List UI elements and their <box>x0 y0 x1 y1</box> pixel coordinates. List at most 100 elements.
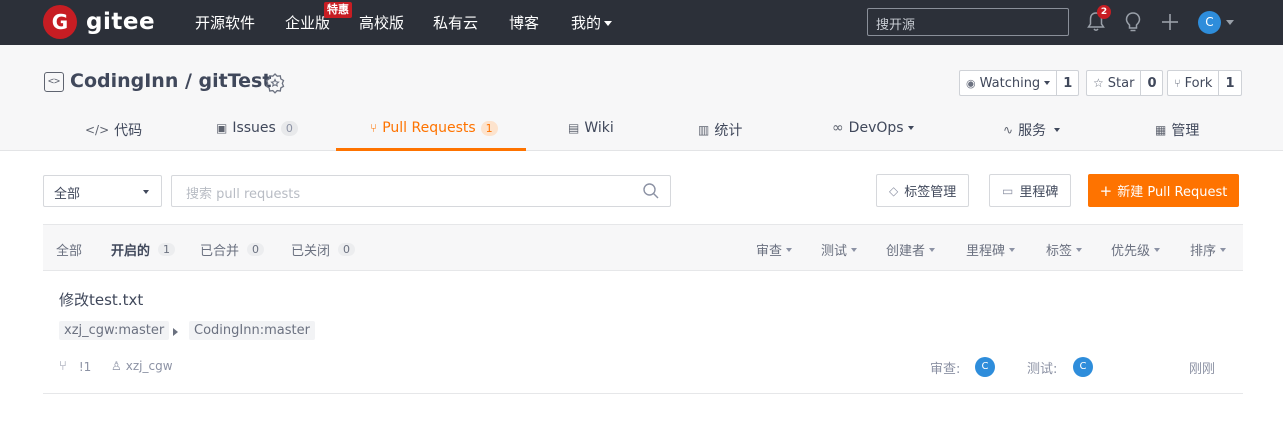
fork-button-group[interactable]: ⑂ Fork 1 <box>1167 70 1242 96</box>
global-search-input[interactable]: 搜开源 <box>867 8 1069 36</box>
nav-mine[interactable]: 我的 <box>571 12 613 33</box>
fork-button[interactable]: ⑂ Fork <box>1168 71 1220 95</box>
state-open-count: 1 <box>158 243 176 256</box>
state-all[interactable]: 全部 <box>56 240 82 259</box>
new-pull-request-label: 新建 Pull Request <box>1117 185 1228 200</box>
tab-manage[interactable]: ▦ 管理 <box>1155 120 1199 140</box>
scope-chevron-down-icon <box>143 190 149 194</box>
filter-sort[interactable]: 排序 <box>1190 240 1227 259</box>
filter-priority-label: 优先级 <box>1111 244 1151 259</box>
watch-count[interactable]: 1 <box>1057 71 1078 95</box>
avatar-chevron-down-icon[interactable] <box>1226 20 1234 25</box>
star-button-group[interactable]: ☆ Star 0 <box>1086 70 1164 96</box>
label-manage-label: 标签管理 <box>904 185 957 200</box>
active-tab-indicator <box>336 148 526 151</box>
fork-count[interactable]: 1 <box>1219 71 1240 95</box>
state-merged-label: 已合并 <box>200 244 240 259</box>
issues-icon: ▣ <box>216 121 228 135</box>
nav-blog[interactable]: 博客 <box>509 12 539 33</box>
pr-search-input[interactable]: 搜索 pull requests <box>171 175 671 207</box>
filter-labels[interactable]: 标签 <box>1046 240 1083 259</box>
state-open-label: 开启的 <box>111 244 151 259</box>
star-count[interactable]: 0 <box>1141 71 1162 95</box>
pr-list-item[interactable]: 修改test.txt xzj_cgw:master CodingInn:mast… <box>43 271 1243 394</box>
tester-label: 测试: <box>1027 362 1058 377</box>
state-merged-count: 0 <box>247 243 265 256</box>
milestones-button[interactable]: ▭ 里程碑 <box>989 174 1072 207</box>
star-label: Star <box>1107 75 1135 91</box>
filter-reviewer[interactable]: 审查 <box>756 240 793 259</box>
watch-label: Watching <box>979 75 1041 91</box>
pr-title[interactable]: 修改test.txt <box>59 289 143 310</box>
nav-private-cloud[interactable]: 私有云 <box>433 12 478 33</box>
tab-pull-requests[interactable]: ⑂ Pull Requests 1 <box>370 120 498 136</box>
tab-pull-requests-count: 1 <box>480 120 498 136</box>
filter-sort-label: 排序 <box>1190 244 1217 259</box>
milestones-label: 里程碑 <box>1019 185 1059 200</box>
watch-chevron-down-icon <box>1044 81 1051 85</box>
arrow-right-icon <box>173 328 178 336</box>
reviewer-avatar[interactable]: C <box>975 357 995 377</box>
tab-service[interactable]: ∿ 服务 <box>1003 120 1061 140</box>
user-avatar[interactable]: C <box>1198 11 1221 34</box>
watch-button-group[interactable]: ◉ Watching 1 <box>959 70 1080 96</box>
tag-icon: ◇ <box>889 183 899 198</box>
tab-devops[interactable]: ∞ DevOps <box>832 120 914 136</box>
chevron-down-icon <box>1009 247 1016 252</box>
state-closed[interactable]: 已关闭 0 <box>291 240 356 259</box>
star-button[interactable]: ☆ Star <box>1087 71 1142 95</box>
tester-avatar[interactable]: C <box>1073 357 1093 377</box>
filter-labels-label: 标签 <box>1046 244 1073 259</box>
nav-education[interactable]: 高校版 <box>359 12 404 33</box>
state-open[interactable]: 开启的 1 <box>111 240 176 259</box>
wiki-icon: ▤ <box>568 121 580 135</box>
watch-button[interactable]: ◉ Watching <box>960 71 1058 95</box>
chevron-down-icon <box>1076 247 1083 252</box>
chevron-down-icon <box>604 21 613 26</box>
state-merged[interactable]: 已合并 0 <box>200 240 265 259</box>
stats-icon: ▥ <box>698 123 710 137</box>
pr-author-name: xzj_cgw <box>125 359 173 373</box>
tab-service-label: 服务 <box>1018 123 1047 139</box>
plus-icon[interactable] <box>1160 11 1180 33</box>
tab-stats[interactable]: ▥ 统计 <box>698 120 742 140</box>
lightbulb-icon[interactable] <box>1123 11 1143 33</box>
repo-header: <> CodingInn / gitTest ◉ Watching 1 ☆ St… <box>0 45 1283 151</box>
service-chevron-down-icon <box>1054 128 1061 132</box>
pr-author[interactable]: ♙ xzj_cgw <box>111 359 173 373</box>
top-navbar: G gitee 开源软件 企业版 特惠 高校版 私有云 博客 我的 搜开源 2 … <box>0 0 1283 45</box>
tab-issues[interactable]: ▣ Issues 0 <box>216 120 298 136</box>
pull-request-icon: ⑂ <box>370 121 378 135</box>
tab-issues-count: 0 <box>280 120 298 136</box>
pr-number-label: !1 <box>78 359 92 374</box>
star-icon: ☆ <box>1093 76 1104 90</box>
tab-wiki-label: Wiki <box>584 120 614 136</box>
scope-select[interactable]: 全部 <box>43 175 162 207</box>
reviewer-label: 审查: <box>930 362 961 377</box>
repo-title[interactable]: CodingInn / gitTest <box>70 70 271 92</box>
state-all-label: 全部 <box>56 244 83 259</box>
source-branch[interactable]: xzj_cgw:master <box>59 321 170 340</box>
filter-author[interactable]: 创建者 <box>886 240 936 259</box>
pr-search-placeholder: 搜索 pull requests <box>186 187 301 202</box>
tab-stats-label: 统计 <box>714 123 743 139</box>
devops-icon: ∞ <box>832 120 844 136</box>
tab-code[interactable]: </> 代码 <box>85 120 142 140</box>
nav-open-source[interactable]: 开源软件 <box>195 12 255 33</box>
tab-wiki[interactable]: ▤ Wiki <box>568 120 614 136</box>
filter-milestone[interactable]: 里程碑 <box>966 240 1016 259</box>
search-icon[interactable] <box>642 182 660 200</box>
label-manage-button[interactable]: ◇ 标签管理 <box>876 174 970 207</box>
new-pull-request-button[interactable]: + 新建 Pull Request <box>1088 174 1239 207</box>
state-closed-count: 0 <box>338 243 356 256</box>
code-icon: </> <box>85 123 110 137</box>
nav-mine-label: 我的 <box>571 14 602 32</box>
devops-chevron-down-icon <box>907 126 914 130</box>
pr-list-header: 全部 开启的 1 已合并 0 已关闭 0 审查 测试 创建者 里程碑 标签 优先… <box>43 224 1243 271</box>
filter-tester[interactable]: 测试 <box>821 240 858 259</box>
filter-priority[interactable]: 优先级 <box>1111 240 1161 259</box>
tab-devops-label: DevOps <box>848 120 904 136</box>
target-branch[interactable]: CodingInn:master <box>189 321 315 340</box>
gitee-logo[interactable]: G gitee <box>43 5 155 39</box>
fork-icon: ⑂ <box>1174 76 1181 90</box>
